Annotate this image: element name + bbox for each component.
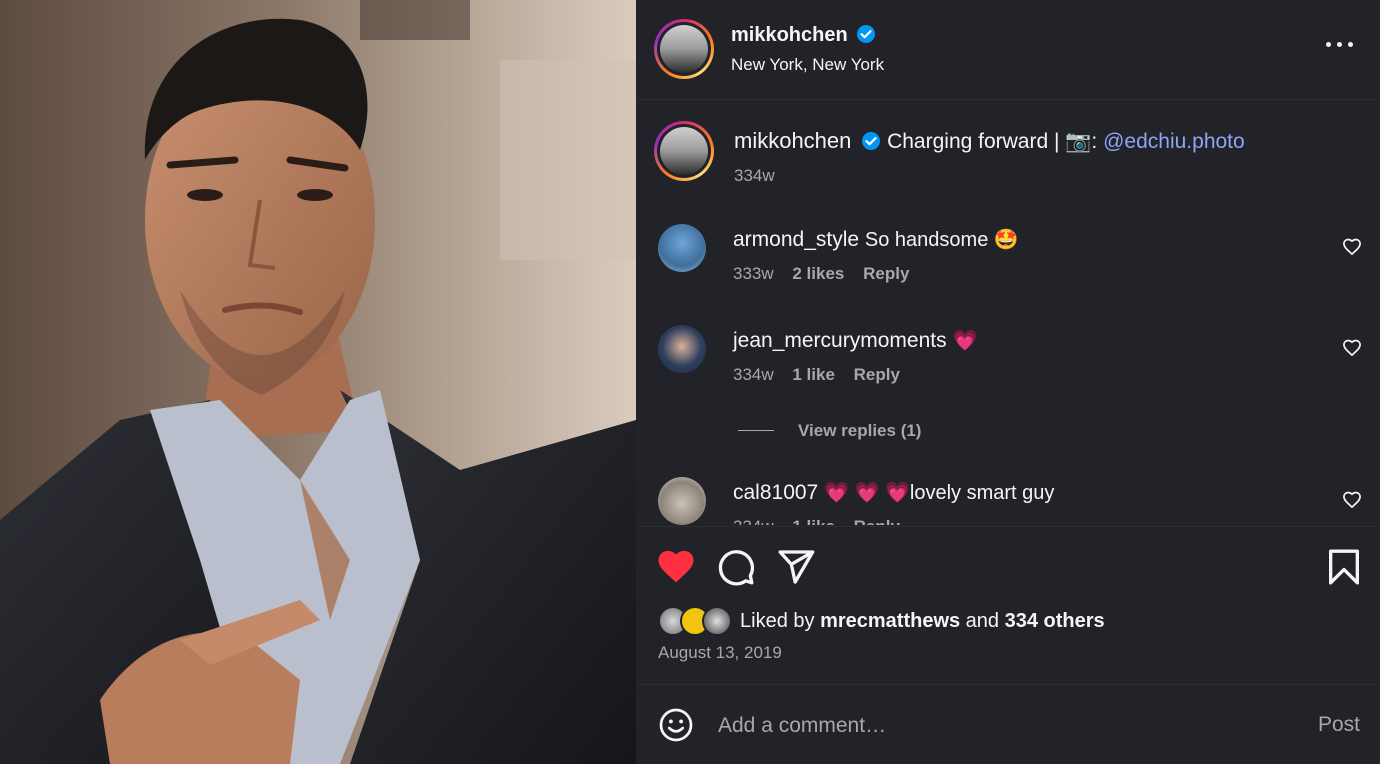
more-horizontal-icon[interactable] xyxy=(1326,42,1354,50)
post-action-bar xyxy=(636,526,1380,606)
comment-likes[interactable]: 1 like xyxy=(792,517,835,525)
comment-text: 💗 💗 💗lovely smart guy xyxy=(824,482,1055,504)
caption-time: 334w xyxy=(734,166,775,185)
replies-divider xyxy=(738,430,774,431)
caption-username[interactable]: mikkohchen xyxy=(734,128,851,153)
comment-bubble-icon[interactable] xyxy=(716,547,756,587)
comment-username[interactable]: cal81007 xyxy=(733,481,818,504)
comment-username[interactable]: jean_mercurymoments xyxy=(733,329,947,352)
author-username[interactable]: mikkohchen xyxy=(731,24,848,46)
comment-likes[interactable]: 1 like xyxy=(792,365,835,384)
reply-button[interactable]: Reply xyxy=(854,365,900,384)
reply-button[interactable]: Reply xyxy=(854,517,900,525)
post-photo xyxy=(0,0,636,764)
comment-time: 334w xyxy=(733,365,774,384)
post-detail-panel: mikkohchen New York, New York mikkohchen xyxy=(636,0,1380,764)
likes-others-count[interactable]: 334 others xyxy=(1005,610,1105,632)
comment-like-heart-icon[interactable] xyxy=(1342,237,1362,257)
post-location[interactable]: New York, New York xyxy=(731,55,884,75)
view-replies-label: View replies (1) xyxy=(798,421,922,440)
comment-input[interactable] xyxy=(718,709,1278,743)
comment-avatar[interactable] xyxy=(658,224,706,272)
post-comment-button[interactable]: Post xyxy=(1318,713,1360,737)
comment-like-heart-icon[interactable] xyxy=(1342,490,1362,510)
post-date[interactable]: August 13, 2019 xyxy=(658,643,782,663)
post-header: mikkohchen New York, New York xyxy=(636,0,1380,100)
reply-button[interactable]: Reply xyxy=(863,264,909,283)
heart-filled-icon[interactable] xyxy=(656,547,696,587)
verified-badge-icon xyxy=(857,25,876,43)
smiley-icon[interactable] xyxy=(658,707,694,743)
comment-avatar[interactable] xyxy=(658,477,706,525)
comment-likes[interactable]: 2 likes xyxy=(792,264,844,283)
paper-plane-icon[interactable] xyxy=(776,547,816,587)
view-replies-button[interactable]: View replies (1) xyxy=(738,421,921,441)
liker-avatars xyxy=(658,606,734,636)
caption-text: Charging forward | 📷: xyxy=(887,130,1104,153)
add-comment-bar: Post xyxy=(636,684,1380,764)
comment-like-heart-icon[interactable] xyxy=(1342,338,1362,358)
portrait-image xyxy=(0,0,636,764)
caption-avatar[interactable] xyxy=(654,121,714,181)
comment-time: 334w xyxy=(733,517,774,525)
likes-middle: and xyxy=(960,610,1005,632)
verified-badge-icon xyxy=(862,132,881,150)
likes-prefix: Liked by xyxy=(740,610,821,632)
comments-list[interactable]: mikkohchen Charging forward | 📷: @edchiu… xyxy=(636,101,1380,525)
liker-avatar xyxy=(702,606,732,636)
liker-username[interactable]: mrecmatthews xyxy=(820,610,960,632)
comment-text: 💗 xyxy=(952,330,978,352)
comment-time: 333w xyxy=(733,264,774,283)
comment-text: So handsome 🤩 xyxy=(864,229,1019,251)
author-avatar[interactable] xyxy=(654,19,714,79)
comment-username[interactable]: armond_style xyxy=(733,228,859,251)
bookmark-icon[interactable] xyxy=(1324,547,1364,587)
comment-avatar[interactable] xyxy=(658,325,706,373)
caption-mention-link[interactable]: @edchiu.photo xyxy=(1103,130,1245,153)
